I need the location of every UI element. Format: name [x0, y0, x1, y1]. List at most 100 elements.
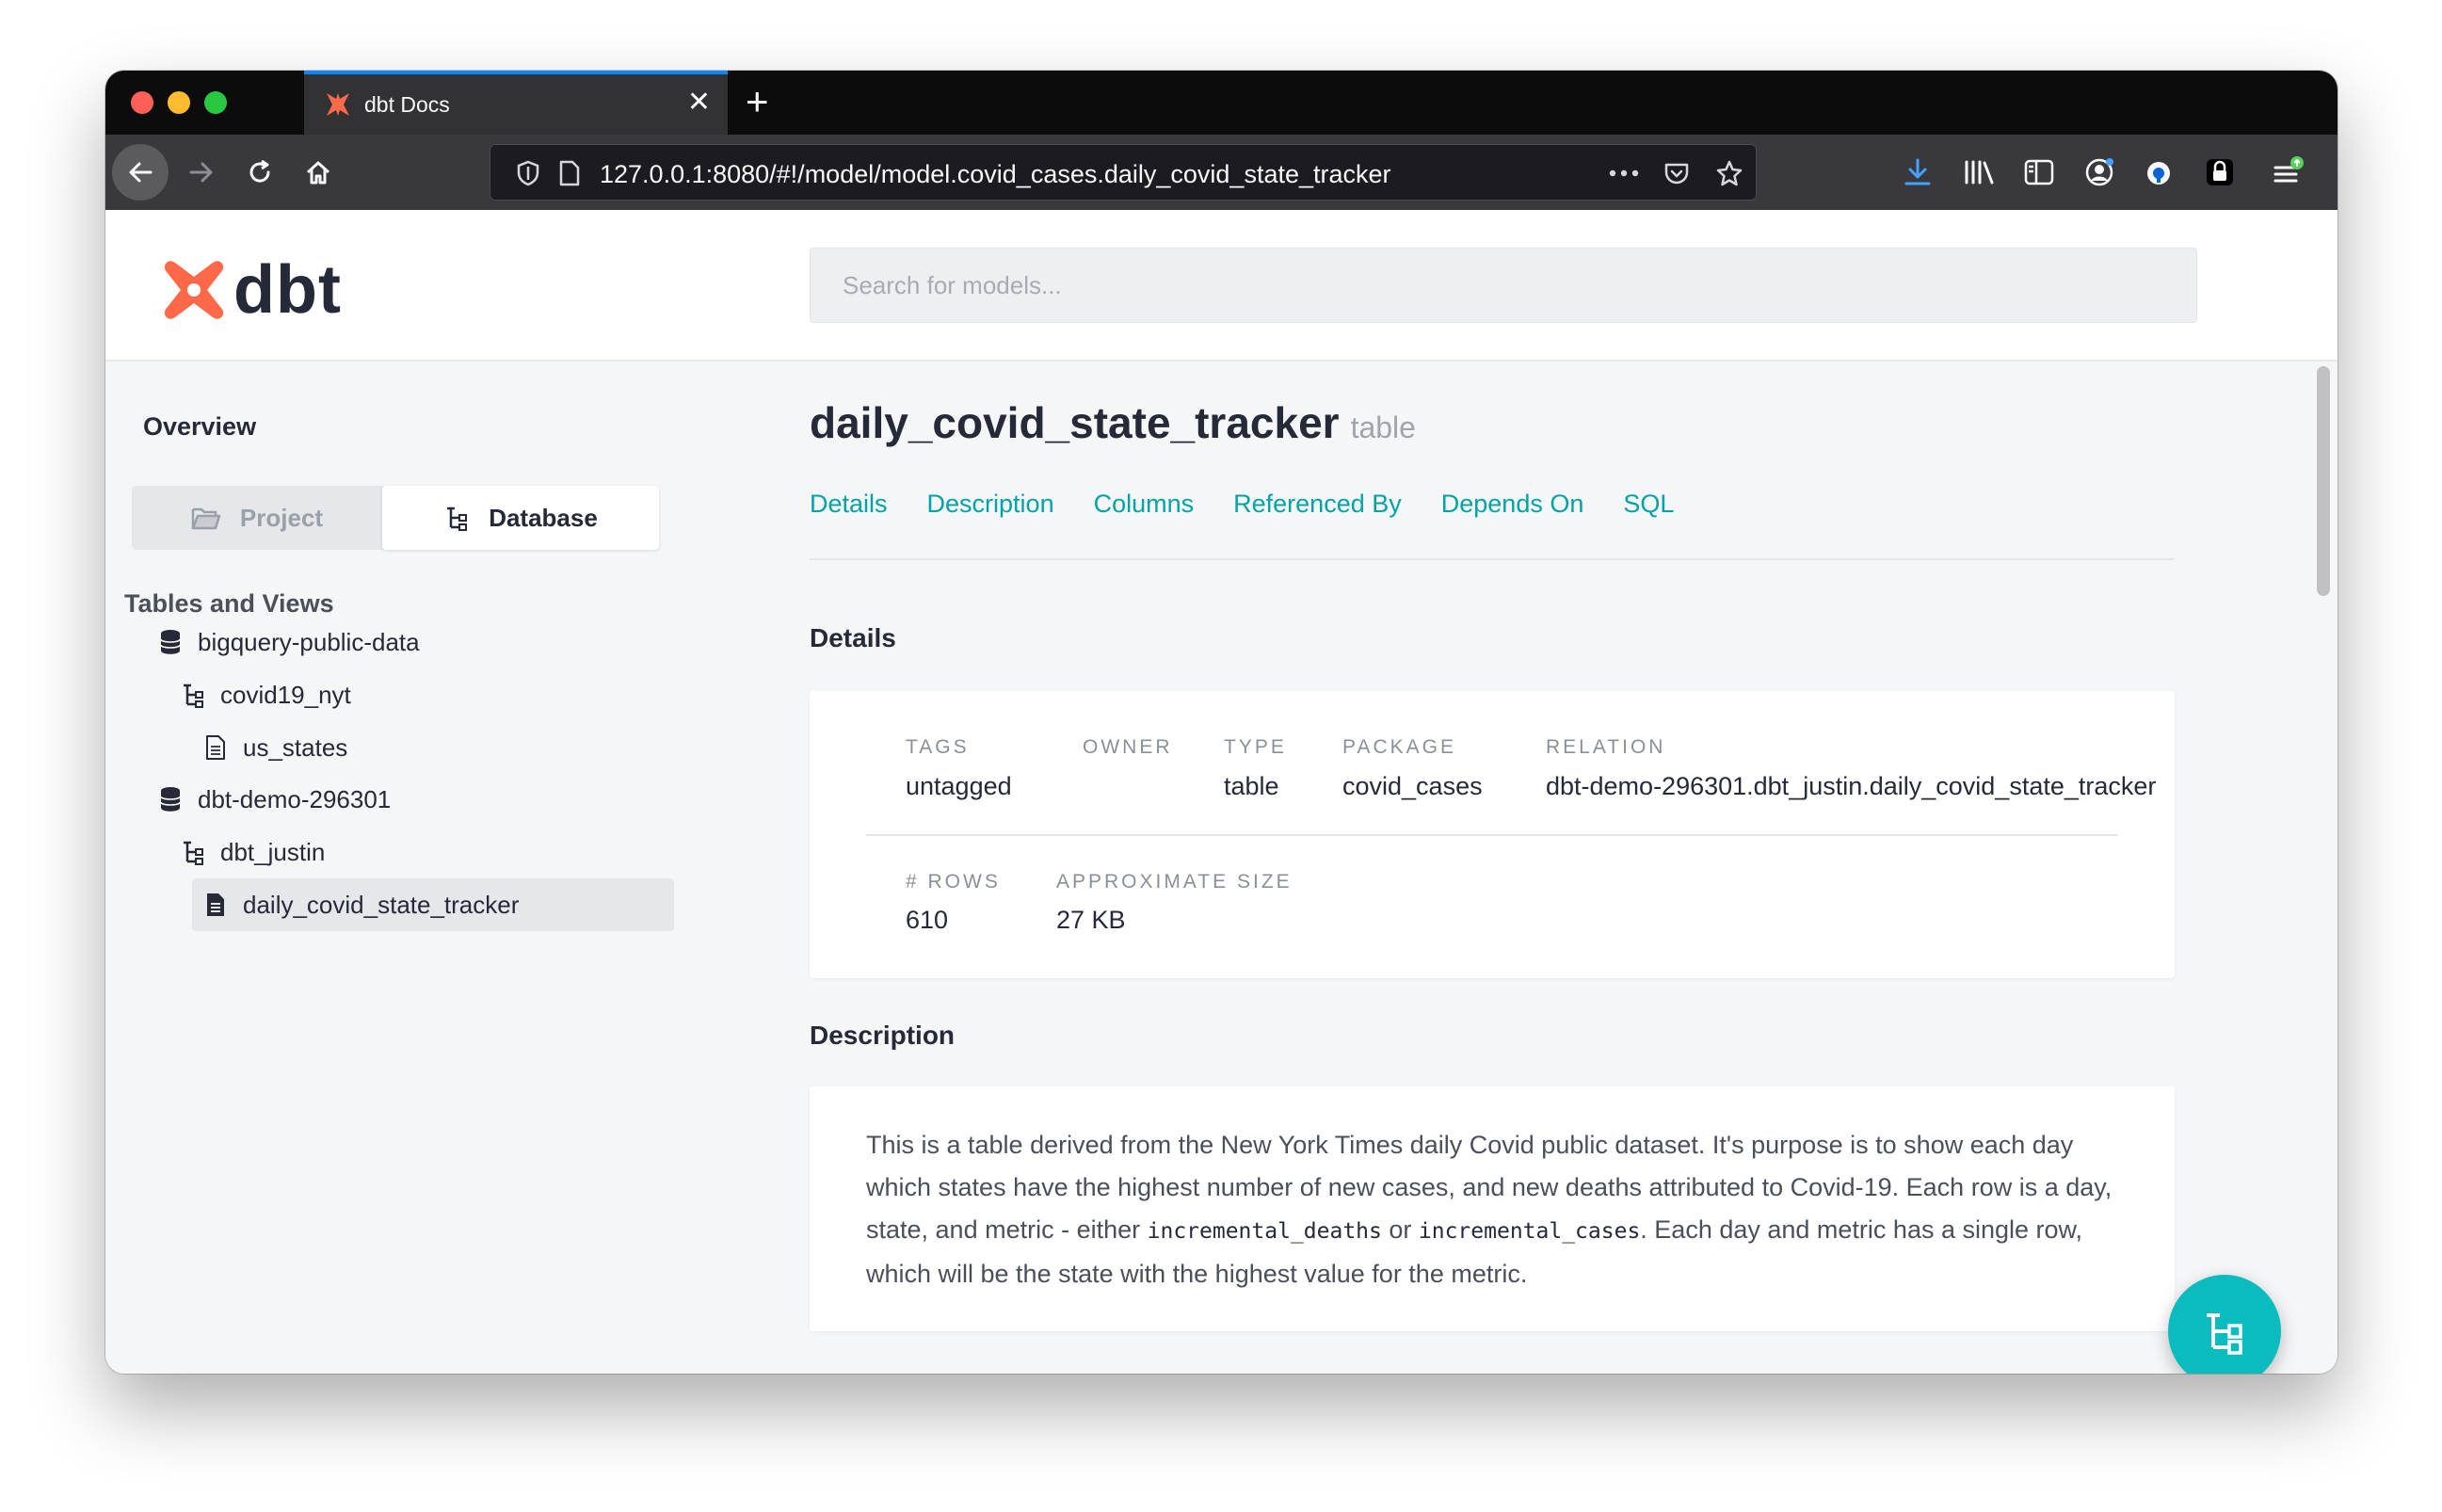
tree-item-bigquery-public-data[interactable]: bigquery-public-data	[156, 616, 420, 668]
package-label: PACKAGE	[1342, 736, 1456, 758]
description-text: This is a table derived from the New Yor…	[866, 1131, 2113, 1288]
relation-value: dbt-demo-296301.dbt_justin.daily_covid_s…	[1546, 772, 2157, 800]
overview-link[interactable]: Overview	[143, 412, 256, 442]
new-tab-button[interactable]: +	[746, 78, 769, 125]
tree-item-label: us_states	[243, 732, 348, 762]
nav-details-link[interactable]: Details	[810, 490, 888, 519]
lock-extension-icon[interactable]	[2203, 155, 2237, 189]
tables-and-views-header: Tables and Views	[124, 589, 334, 618]
description-card: This is a table derived from the New Yor…	[810, 1086, 2175, 1331]
logo-text: dbt	[233, 252, 342, 328]
forward-arrow-icon	[189, 162, 213, 183]
nav-description-link[interactable]: Description	[927, 490, 1054, 519]
tree-item-label: covid19_nyt	[220, 680, 351, 709]
sidebar: Overview Project Database Tables and Vie…	[105, 362, 802, 1374]
pocket-icon[interactable]	[1662, 158, 1692, 188]
downloads-icon[interactable]	[1901, 155, 1935, 189]
nav-columns-link[interactable]: Columns	[1094, 490, 1195, 519]
maximize-window-button[interactable]	[204, 91, 227, 114]
file-icon	[201, 733, 230, 762]
account-icon[interactable]	[2082, 155, 2116, 189]
dbt-docs-page: dbt Overview Project Database Ta	[105, 210, 2338, 1374]
scrollbar-thumb[interactable]	[2317, 366, 2330, 596]
browser-window: dbt Docs ✕ + 127.0.0.1:8080/#!/model/mod…	[105, 71, 2338, 1374]
shield-icon[interactable]	[513, 158, 543, 188]
page-info-icon[interactable]	[554, 158, 585, 188]
owner-label: OWNER	[1083, 736, 1173, 758]
project-tab-label: Project	[239, 503, 324, 532]
description-section-title: Description	[810, 1021, 956, 1050]
back-arrow-icon	[129, 162, 153, 183]
more-actions-icon[interactable]	[1609, 158, 1639, 188]
details-card: TAGS untagged OWNER TYPE table PACKAGE c…	[810, 691, 2175, 978]
schema-icon	[179, 681, 207, 709]
rows-label: # ROWS	[906, 871, 1001, 893]
nav-referenced-by-link[interactable]: Referenced By	[1233, 490, 1402, 519]
model-content: daily_covid_state_tracker table Details …	[810, 362, 2184, 1374]
tree-item-label: bigquery-public-data	[198, 627, 420, 656]
tree-item-covid19-nyt[interactable]: covid19_nyt	[179, 668, 351, 721]
type-value: table	[1224, 772, 1279, 800]
tab-close-icon[interactable]: ✕	[687, 88, 711, 118]
folder-open-icon	[191, 507, 221, 530]
address-bar[interactable]: 127.0.0.1:8080/#!/model/model.covid_case…	[490, 144, 1757, 201]
package-value: covid_cases	[1342, 772, 1483, 800]
tree-item-label: dbt-demo-296301	[198, 784, 392, 813]
password-manager-icon[interactable]	[2143, 155, 2177, 189]
tree-item-dbt-justin[interactable]: dbt_justin	[179, 826, 325, 878]
dbt-favicon-icon	[327, 93, 349, 116]
bookmark-star-icon[interactable]	[1714, 158, 1744, 188]
tree-item-dbt-demo-296301[interactable]: dbt-demo-296301	[156, 773, 391, 826]
tab-bar: dbt Docs ✕ +	[105, 71, 2338, 135]
tree-item-us-states[interactable]: us_states	[201, 721, 347, 774]
page-scrollbar[interactable]	[2309, 362, 2338, 1374]
lineage-tree-icon	[2207, 1313, 2242, 1355]
schema-tree-icon	[447, 507, 468, 531]
database-icon	[156, 785, 185, 813]
dbt-logo[interactable]: dbt	[160, 251, 342, 329]
section-divider	[810, 558, 2175, 560]
nav-depends-on-link[interactable]: Depends On	[1441, 490, 1584, 519]
library-icon[interactable]	[1962, 155, 1996, 189]
tree-item-label: daily_covid_state_tracker	[243, 890, 520, 919]
model-name: daily_covid_state_tracker	[810, 398, 1340, 447]
details-card-divider	[866, 834, 2118, 836]
model-heading: daily_covid_state_tracker table	[810, 397, 1416, 448]
database-icon	[156, 628, 185, 656]
home-icon	[306, 161, 330, 185]
view-switcher: Project Database	[132, 486, 659, 550]
tags-value: untagged	[906, 772, 1012, 800]
project-tab-button[interactable]: Project	[132, 486, 382, 550]
schema-icon	[179, 838, 207, 866]
model-type-label: table	[1350, 410, 1416, 444]
database-tab-label: Database	[489, 503, 598, 532]
app-header: dbt	[105, 210, 2338, 362]
menu-hamburger-icon[interactable]	[2271, 155, 2305, 189]
navigation-bar: 127.0.0.1:8080/#!/model/model.covid_case…	[105, 135, 2338, 210]
close-window-button[interactable]	[131, 91, 153, 114]
desktop: dbt Docs ✕ + 127.0.0.1:8080/#!/model/mod…	[0, 0, 2442, 1512]
size-label: APPROXIMATE SIZE	[1056, 871, 1293, 893]
reload-icon	[249, 159, 270, 183]
back-button[interactable]	[112, 144, 169, 201]
code-incremental-cases: incremental_cases	[1418, 1219, 1641, 1244]
minimize-window-button[interactable]	[168, 91, 190, 114]
sidebar-toggle-icon[interactable]	[2022, 155, 2056, 189]
search-input[interactable]	[810, 248, 2197, 323]
reload-button[interactable]	[232, 144, 288, 201]
home-button[interactable]	[290, 144, 346, 201]
database-tab-button[interactable]: Database	[382, 486, 659, 550]
type-label: TYPE	[1224, 736, 1287, 758]
nav-sql-link[interactable]: SQL	[1623, 490, 1674, 519]
file-filled-icon	[201, 891, 230, 919]
tree-item-label: dbt_justin	[220, 837, 326, 866]
forward-button[interactable]	[173, 144, 230, 201]
rows-value: 610	[906, 906, 949, 934]
size-value: 27 KB	[1056, 906, 1126, 934]
dbt-logo-icon	[164, 261, 224, 319]
url-text[interactable]: 127.0.0.1:8080/#!/model/model.covid_case…	[600, 160, 1391, 189]
details-section-title: Details	[810, 623, 896, 652]
browser-tab-active[interactable]: dbt Docs ✕	[304, 71, 728, 135]
tab-title: dbt Docs	[364, 92, 450, 117]
tree-item-daily-covid-state-tracker[interactable]: daily_covid_state_tracker	[192, 878, 674, 931]
